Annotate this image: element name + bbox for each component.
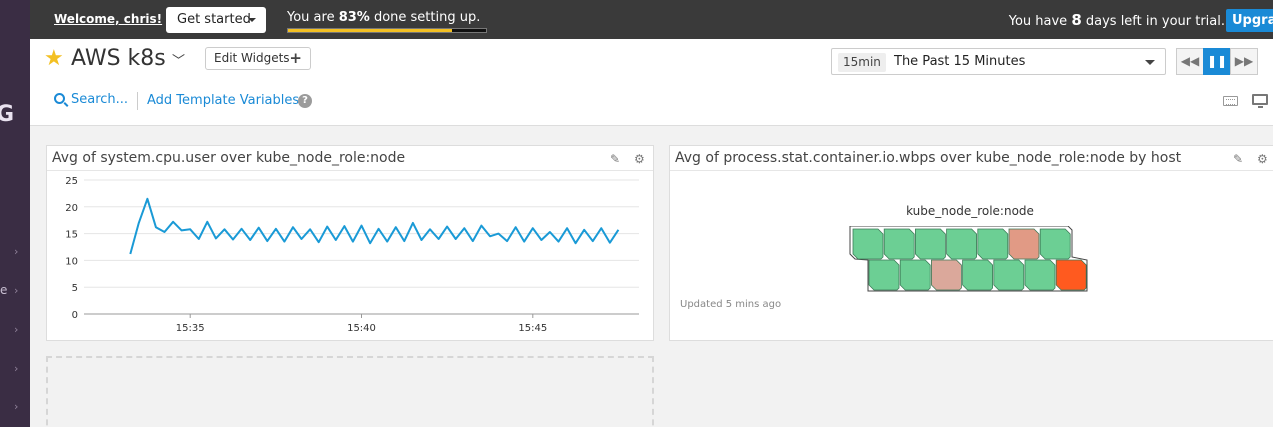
trial-status: You have 8 days left in your trial. [1009, 11, 1225, 29]
y-tick-label: 20 [65, 203, 78, 214]
setup-progress-bar [287, 28, 487, 33]
host-cell [993, 259, 1025, 291]
host-cell [915, 228, 946, 260]
trial-days: 8 [1071, 11, 1082, 29]
setup-percent: 83% [338, 10, 370, 25]
setup-prefix: You are [287, 10, 339, 25]
search-label: Search... [71, 92, 129, 107]
sidebar-chevron-icon[interactable]: › [14, 362, 18, 375]
favorite-star-icon[interactable]: ★ [44, 48, 64, 70]
timeframe-label: The Past 15 Minutes [894, 54, 1026, 69]
x-tick-label: 15:45 [518, 323, 547, 334]
setup-status: You are 83% done setting up. [287, 10, 480, 25]
hostmap-grid [849, 226, 1088, 292]
app-window: G › e › › › › Welcome, chris! Get starte… [0, 0, 1273, 427]
keyboard-icon[interactable] [1223, 96, 1238, 106]
fast-forward-button[interactable]: ▶▶ [1230, 48, 1258, 75]
add-template-variables-link[interactable]: Add Template Variables [147, 93, 299, 108]
host-cell [883, 228, 915, 260]
sidebar-chevron-icon[interactable]: › [14, 245, 18, 258]
divider [137, 92, 138, 110]
welcome-link[interactable]: Welcome, chris! [54, 12, 162, 26]
sidebar-chevron-icon[interactable]: › [14, 284, 18, 297]
dashboard-menu-chevron-icon[interactable]: ﹀ [172, 50, 185, 69]
host-cell [852, 228, 884, 260]
trial-prefix: You have [1008, 14, 1072, 29]
updated-timestamp: Updated 5 mins ago [680, 299, 782, 310]
setup-suffix: done setting up. [369, 10, 481, 25]
playback-controls: ◀◀ ❚❚ ▶▶ [1176, 48, 1273, 75]
hostmap-group-title: kube_node_role:node [906, 204, 1034, 218]
edit-widgets-label: Edit Widgets [214, 51, 290, 65]
host-cell [1055, 259, 1087, 291]
tv-mode-icon[interactable] [1252, 94, 1268, 108]
y-tick-label: 25 [65, 176, 78, 187]
host-cell [977, 228, 1009, 260]
host-cell [1024, 259, 1056, 291]
y-tick-label: 0 [72, 310, 78, 321]
host-cell [1039, 228, 1071, 260]
get-started-label: Get started [177, 12, 251, 27]
sidebar-item-label[interactable]: e [0, 283, 7, 297]
help-icon[interactable]: ? [298, 94, 312, 108]
x-tick-label: 15:40 [347, 323, 376, 334]
get-started-button[interactable]: Get started [166, 7, 266, 33]
host-cell [962, 259, 993, 291]
dashboard-title: AWS k8s [71, 46, 166, 71]
widget-title: Avg of process.stat.container.io.wbps ov… [675, 150, 1182, 166]
host-cell [946, 228, 977, 260]
y-tick-label: 10 [65, 256, 78, 267]
io-hostmap-widget: Avg of process.stat.container.io.wbps ov… [669, 145, 1273, 341]
edit-pencil-icon[interactable]: ✎ [1233, 152, 1243, 166]
widget-header: Avg of process.stat.container.io.wbps ov… [670, 146, 1273, 171]
gear-icon[interactable]: ⚙ [634, 152, 645, 166]
widget-header: Avg of system.cpu.user over kube_node_ro… [47, 146, 653, 171]
setup-progress-fill [288, 29, 453, 32]
caret-down-icon [248, 18, 256, 22]
y-tick-label: 5 [72, 283, 78, 294]
empty-widget-placeholder[interactable] [46, 356, 654, 427]
gear-icon[interactable]: ⚙ [1257, 152, 1268, 166]
search-icon [54, 93, 65, 104]
dashboard-header: ★ AWS k8s ﹀ Edit Widgets + 15min The Pas… [30, 39, 1273, 126]
host-cell [931, 259, 962, 291]
timeframe-badge: 15min [838, 53, 886, 72]
trial-suffix: days left in your trial. [1081, 14, 1225, 29]
host-cell [868, 259, 900, 291]
trial-banner: Welcome, chris! Get started You are 83% … [30, 0, 1273, 39]
cpu-line-chart: 0 5 10 15 20 25 15:35 15:40 15:45 [65, 176, 639, 334]
search-link[interactable]: Search... [54, 92, 128, 107]
sidebar-logo[interactable]: G [0, 104, 14, 126]
y-tick-label: 15 [65, 230, 78, 241]
sidebar-chevron-icon[interactable]: › [14, 323, 18, 336]
cpu-timeseries-widget: Avg of system.cpu.user over kube_node_ro… [46, 145, 654, 341]
left-sidebar: G › e › › › › [0, 0, 30, 427]
upgrade-button[interactable]: Upgrade [1226, 9, 1273, 32]
edit-pencil-icon[interactable]: ✎ [610, 152, 620, 166]
widget-title: Avg of system.cpu.user over kube_node_ro… [52, 150, 406, 166]
pause-button[interactable]: ❚❚ [1203, 48, 1231, 75]
timeframe-select[interactable]: 15min The Past 15 Minutes [831, 48, 1166, 75]
sidebar-chevron-icon[interactable]: › [14, 400, 18, 413]
plus-icon: + [289, 49, 302, 67]
host-cell [1008, 228, 1040, 260]
host-cell [899, 259, 931, 291]
x-tick-label: 15:35 [176, 323, 205, 334]
rewind-button[interactable]: ◀◀ [1176, 48, 1204, 75]
edit-widgets-button[interactable]: Edit Widgets + [205, 47, 311, 70]
caret-down-icon [1145, 60, 1155, 65]
